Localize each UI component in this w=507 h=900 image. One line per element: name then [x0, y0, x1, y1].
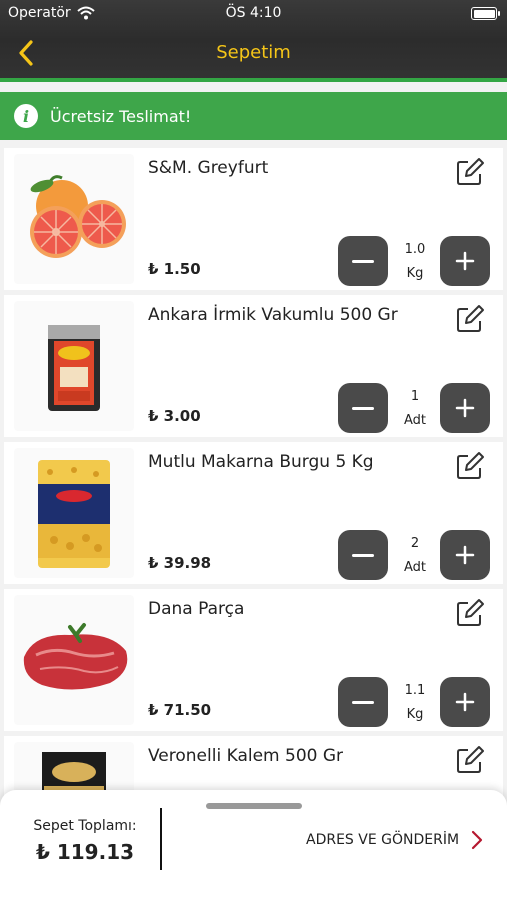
minus-icon [352, 406, 374, 410]
cart-item: Dana Parça ₺ 71.50 1.1 Kg [4, 589, 503, 731]
product-image-semolina [14, 301, 134, 431]
nav-bar: Sepetim [0, 30, 507, 76]
decrease-quantity-button[interactable] [338, 677, 388, 727]
drag-handle[interactable] [206, 803, 302, 809]
summary-divider [160, 808, 162, 870]
decrease-quantity-button[interactable] [338, 383, 388, 433]
cart-total-label: Sepet Toplamı: [33, 818, 137, 834]
edit-button[interactable] [454, 450, 486, 482]
plus-icon [455, 692, 475, 712]
quantity-unit: Adt [403, 413, 426, 428]
edit-button[interactable] [454, 597, 486, 629]
edit-icon [457, 158, 484, 185]
item-name[interactable]: Ankara İrmik Vakumlu 500 Gr [148, 305, 398, 325]
app-header: Operatör ÖS 4:10 Sepetim [0, 0, 507, 80]
cart-item: S&M. Greyfurt ₺ 1.50 1.0 Kg [4, 148, 503, 290]
item-price: ₺ 39.98 [148, 554, 212, 572]
quantity-value: 1.0 [404, 242, 426, 257]
increase-quantity-button[interactable] [440, 383, 490, 433]
increase-quantity-button[interactable] [440, 236, 490, 286]
item-name[interactable]: S&M. Greyfurt [148, 158, 268, 178]
item-price: ₺ 71.50 [148, 701, 212, 719]
plus-icon [455, 398, 475, 418]
item-name[interactable]: Dana Parça [148, 599, 244, 619]
item-name[interactable]: Veronelli Kalem 500 Gr [148, 746, 343, 766]
decrease-quantity-button[interactable] [338, 236, 388, 286]
chevron-right-icon [471, 830, 483, 850]
cart-total-value: ₺ 119.13 [35, 840, 135, 864]
edit-button[interactable] [454, 303, 486, 335]
page-title: Sepetim [216, 42, 291, 63]
banner-text: Ücretsiz Teslimat! [50, 106, 192, 126]
free-delivery-banner: i Ücretsiz Teslimat! [0, 92, 507, 140]
decrease-quantity-button[interactable] [338, 530, 388, 580]
product-image-beef [14, 595, 134, 725]
edit-icon [457, 452, 484, 479]
checkout-label: ADRES VE GÖNDERİM [306, 832, 460, 848]
minus-icon [352, 553, 374, 557]
quantity-unit: Kg [406, 707, 424, 722]
edit-button[interactable] [454, 156, 486, 188]
edit-icon [457, 599, 484, 626]
increase-quantity-button[interactable] [440, 677, 490, 727]
battery-icon [471, 7, 500, 20]
item-name[interactable]: Mutlu Makarna Burgu 5 Kg [148, 452, 374, 472]
cart-item: Ankara İrmik Vakumlu 500 Gr ₺ 3.00 1 Adt [4, 295, 503, 437]
edit-icon [457, 746, 484, 773]
product-image-pasta [14, 448, 134, 578]
item-price: ₺ 1.50 [148, 260, 201, 278]
item-price: ₺ 3.00 [148, 407, 201, 425]
quantity-value: 2 [410, 536, 420, 551]
cart-item: Mutlu Makarna Burgu 5 Kg ₺ 39.98 2 Adt [4, 442, 503, 584]
status-bar: Operatör ÖS 4:10 [0, 0, 507, 28]
quantity-value: 1 [410, 389, 420, 404]
plus-icon [455, 251, 475, 271]
checkout-button[interactable]: ADRES VE GÖNDERİM [300, 826, 490, 854]
edit-icon [457, 305, 484, 332]
edit-button[interactable] [454, 744, 486, 776]
quantity-unit: Adt [403, 560, 426, 575]
quantity-unit: Kg [406, 266, 424, 281]
minus-icon [352, 700, 374, 704]
plus-icon [455, 545, 475, 565]
header-divider [0, 78, 507, 82]
cart-summary-sheet: Sepet Toplamı: ₺ 119.13 ADRES VE GÖNDERİ… [0, 790, 507, 900]
status-time: ÖS 4:10 [225, 5, 282, 21]
product-image-grapefruit [14, 154, 134, 284]
quantity-value: 1.1 [404, 683, 426, 698]
minus-icon [352, 259, 374, 263]
increase-quantity-button[interactable] [440, 530, 490, 580]
info-icon: i [14, 104, 38, 128]
